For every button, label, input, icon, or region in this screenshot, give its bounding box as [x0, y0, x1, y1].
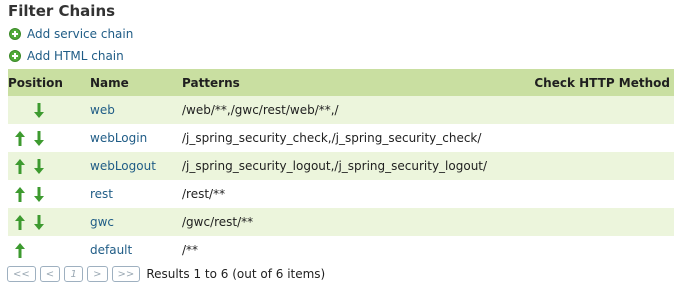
name-cell: rest [90, 180, 182, 208]
check-http-method-cell [510, 208, 674, 236]
move-up-arrow-icon[interactable] [15, 159, 25, 174]
column-header-position[interactable]: Position [8, 69, 90, 96]
patterns-cell: /j_spring_security_check,/j_spring_secur… [182, 124, 510, 152]
check-http-method-cell [510, 180, 674, 208]
move-down-arrow-icon[interactable] [34, 131, 44, 146]
table-row: webLogout/j_spring_security_logout,/j_sp… [8, 152, 674, 180]
move-down-arrow-icon[interactable] [34, 187, 44, 202]
next-page-button[interactable]: > [87, 266, 108, 282]
move-down-arrow-icon[interactable] [34, 103, 44, 118]
first-page-button[interactable]: << [7, 266, 36, 282]
page-title: Filter Chains [8, 2, 116, 20]
add-html-chain-label: Add HTML chain [27, 49, 124, 63]
column-header-patterns[interactable]: Patterns [182, 69, 510, 96]
move-down-arrow-icon[interactable] [34, 159, 44, 174]
table-row: rest/rest/** [8, 180, 674, 208]
position-cell [8, 124, 90, 152]
chain-name-link[interactable]: default [90, 243, 132, 257]
check-http-method-cell [510, 124, 674, 152]
move-up-arrow-icon[interactable] [15, 243, 25, 258]
move-up-arrow-icon[interactable] [15, 215, 25, 230]
table-row: gwc/gwc/rest/** [8, 208, 674, 236]
add-icon [9, 50, 21, 62]
chain-name-link[interactable]: webLogout [90, 159, 156, 173]
position-cell [8, 236, 90, 264]
filter-chains-panel: Filter Chains Add service chain Add HTML… [0, 0, 674, 293]
position-cell [8, 208, 90, 236]
name-cell: default [90, 236, 182, 264]
chain-name-link[interactable]: gwc [90, 215, 114, 229]
chain-name-link[interactable]: webLogin [90, 131, 147, 145]
add-service-chain-label: Add service chain [27, 27, 134, 41]
position-cell [8, 96, 90, 124]
add-icon [9, 28, 21, 40]
name-cell: webLogout [90, 152, 182, 180]
table-row: default /** [8, 236, 674, 264]
check-http-method-cell [510, 152, 674, 180]
name-cell: gwc [90, 208, 182, 236]
add-html-chain-link[interactable]: Add HTML chain [9, 47, 124, 65]
table-body: web/web/**,/gwc/rest/web/**,/webLogin/j_… [8, 96, 674, 264]
patterns-cell: /j_spring_security_logout,/j_spring_secu… [182, 152, 510, 180]
chain-name-link[interactable]: web [90, 103, 115, 117]
patterns-cell: /** [182, 236, 510, 264]
name-cell: webLogin [90, 124, 182, 152]
column-header-check-http-method[interactable]: Check HTTP Method [510, 69, 674, 96]
check-http-method-cell [510, 236, 674, 264]
pager: << < 1 > >> Results 1 to 6 (out of 6 ite… [7, 266, 325, 282]
column-header-name[interactable]: Name [90, 69, 182, 96]
patterns-cell: /web/**,/gwc/rest/web/**,/ [182, 96, 510, 124]
table-header-row: Position Name Patterns Check HTTP Method [8, 69, 674, 96]
table-row: webLogin/j_spring_security_check,/j_spri… [8, 124, 674, 152]
last-page-button[interactable]: >> [111, 266, 141, 282]
page-number-button[interactable]: 1 [64, 266, 84, 282]
position-cell [8, 152, 90, 180]
table-row: web/web/**,/gwc/rest/web/**,/ [8, 96, 674, 124]
add-service-chain-link[interactable]: Add service chain [9, 25, 133, 43]
move-up-arrow-icon[interactable] [15, 187, 25, 202]
patterns-cell: /gwc/rest/** [182, 208, 510, 236]
results-summary: Results 1 to 6 (out of 6 items) [146, 267, 326, 281]
filter-chains-table: Position Name Patterns Check HTTP Method… [8, 69, 674, 264]
patterns-cell: /rest/** [182, 180, 510, 208]
previous-page-button[interactable]: < [39, 266, 61, 282]
check-http-method-cell [510, 96, 674, 124]
name-cell: web [90, 96, 182, 124]
move-up-arrow-icon[interactable] [15, 131, 25, 146]
move-down-arrow-icon[interactable] [34, 215, 44, 230]
position-cell [8, 180, 90, 208]
chain-name-link[interactable]: rest [90, 187, 113, 201]
